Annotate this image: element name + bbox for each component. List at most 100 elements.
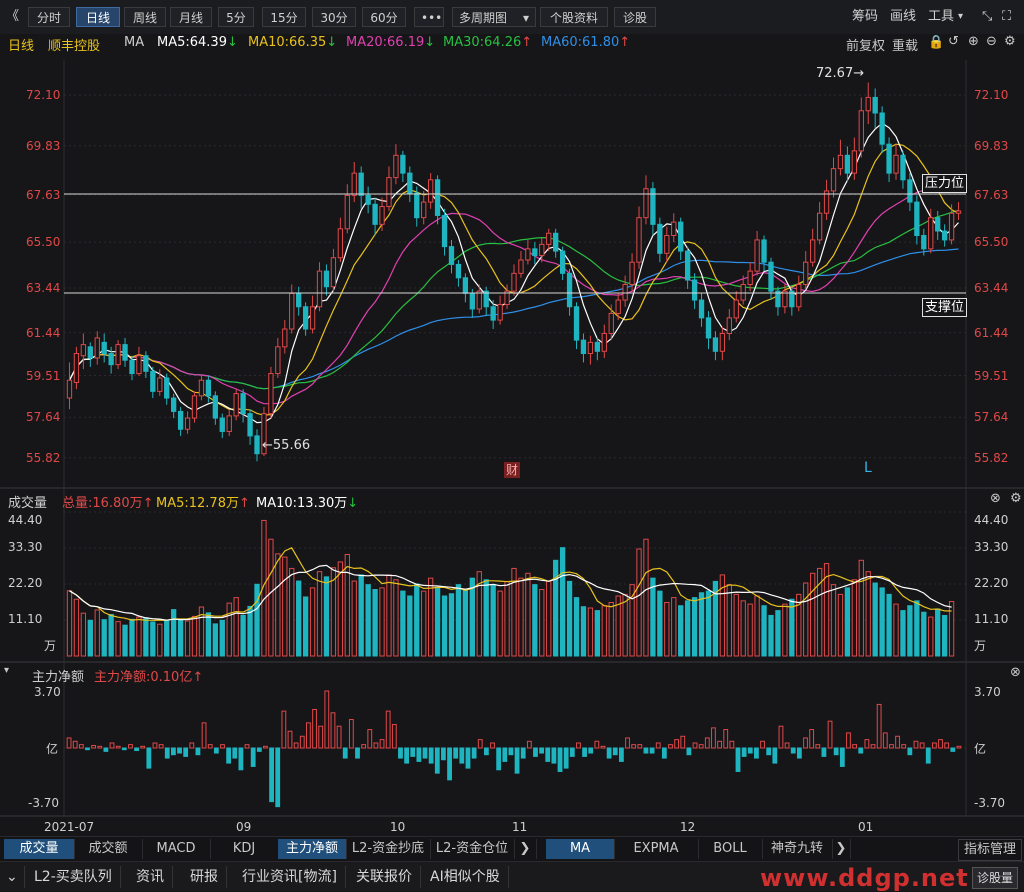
flow-bar: [103, 747, 109, 752]
multi-period-dropdown[interactable]: 多周期图 ▾: [452, 7, 536, 27]
tab-ma[interactable]: MA: [546, 839, 615, 859]
finance-tag[interactable]: 财: [504, 462, 521, 478]
adjust-button[interactable]: 前复权: [846, 35, 885, 54]
tab-5min[interactable]: 5分: [218, 7, 254, 27]
candle-body: [400, 154, 406, 174]
tab-daily[interactable]: 日线: [76, 7, 120, 27]
flow-bar: [330, 712, 336, 749]
tab-60min[interactable]: 60分: [362, 7, 406, 27]
flow-bar: [539, 747, 545, 754]
volume-ma5: MA5:12.78万↑: [156, 492, 250, 511]
flow-bar: [778, 725, 784, 749]
volume-bar: [323, 576, 330, 657]
flow-bar: [220, 744, 225, 749]
price-axis-label: 63.44: [974, 281, 1009, 296]
flow-bar: [281, 710, 287, 749]
tab-turnover[interactable]: 成交额: [74, 839, 143, 859]
flow-bar: [735, 747, 741, 772]
tab-boll[interactable]: BOLL: [698, 839, 763, 859]
candle-body: [427, 179, 434, 203]
tools-button[interactable]: 工具: [928, 7, 954, 27]
candle-body: [816, 212, 823, 241]
undo-icon[interactable]: ↺: [948, 34, 959, 49]
tab-magic-nine[interactable]: 神奇九转: [762, 839, 833, 859]
tab-fenshi[interactable]: 分时: [28, 7, 70, 27]
tab-kdj[interactable]: KDJ: [210, 839, 279, 859]
volume-title: 成交量: [8, 496, 48, 511]
volume-bar: [587, 607, 594, 657]
candle-body: [532, 248, 538, 257]
diagnose-volume-button[interactable]: 诊股量: [972, 867, 1019, 889]
tab-l2-position[interactable]: L2-资金仓位: [430, 839, 515, 859]
chips-button[interactable]: 筹码: [852, 7, 878, 27]
high-value: 72.67: [816, 66, 854, 81]
close-icon[interactable]: ⊗: [1010, 665, 1021, 680]
tab-industry-news[interactable]: 行业资讯[物流]: [234, 866, 346, 888]
flow-bar: [711, 727, 716, 749]
indicator-manage-button[interactable]: 指标管理: [958, 839, 1022, 861]
tab-monthly[interactable]: 月线: [170, 7, 212, 27]
flow-bar: [306, 722, 311, 749]
more-button[interactable]: •••: [414, 7, 444, 27]
indicator-line: 日线 顺丰控股 MA MA5:64.39↓ MA10:66.35↓ MA20:6…: [0, 34, 1024, 54]
tab-l2-queue[interactable]: L2-买卖队列: [26, 866, 121, 888]
zoom-in-icon[interactable]: ⊕: [968, 34, 979, 49]
volume-bar: [580, 606, 587, 657]
tools-chevron-icon[interactable]: ▾: [958, 7, 963, 27]
price-axis-label: 72.10: [26, 88, 61, 103]
tab-expma[interactable]: EXPMA: [614, 839, 699, 859]
candle-body: [914, 201, 920, 236]
tab-l2-bottom[interactable]: L2-资金抄底: [346, 839, 431, 859]
close-icon[interactable]: ⊗: [990, 491, 1001, 506]
settings-icon[interactable]: ⚙: [1004, 34, 1016, 49]
tab-15min[interactable]: 15分: [262, 7, 306, 27]
tab-related-quotes[interactable]: 关联报价: [348, 866, 421, 888]
tab-30min[interactable]: 30分: [312, 7, 356, 27]
candle-body: [872, 96, 878, 114]
volume-bar: [434, 587, 441, 657]
scroll-right-icon[interactable]: ❯: [514, 839, 537, 859]
candle-body: [830, 168, 837, 192]
reload-button[interactable]: 重载: [892, 35, 918, 54]
candle-body: [108, 353, 114, 366]
volume-ma5-text: MA5:12.78万: [156, 496, 239, 511]
flow-axis-right-bottom: -3.70: [974, 796, 1006, 810]
volume-bar: [664, 601, 670, 657]
settings-icon[interactable]: ⚙: [1010, 491, 1022, 506]
zoom-out-icon[interactable]: ⊖: [986, 34, 997, 49]
tab-macd[interactable]: MACD: [142, 839, 211, 859]
tab-volume[interactable]: 成交量: [4, 839, 75, 859]
volume-bar: [525, 572, 531, 657]
volume-bar: [844, 587, 851, 657]
lock-icon[interactable]: 🔒: [928, 35, 944, 50]
collapse-icon[interactable]: ⌄: [0, 866, 25, 888]
diagnose-button[interactable]: 诊股: [614, 7, 656, 27]
flow-bar: [367, 729, 373, 749]
l-tag[interactable]: L: [864, 460, 872, 476]
tab-main-flow[interactable]: 主力净额: [278, 839, 347, 859]
tab-news[interactable]: 资讯: [128, 866, 173, 888]
vol-axis-right-2: 22.20: [974, 576, 1009, 590]
expand-icon[interactable]: ⤡: [982, 7, 992, 27]
candle-body: [671, 221, 677, 236]
flow-bar: [109, 742, 115, 749]
flow-bar: [852, 744, 858, 749]
scroll-right-icon[interactable]: ❯: [832, 839, 851, 859]
tab-weekly[interactable]: 周线: [124, 7, 166, 27]
arrow-down-icon: ↓: [226, 35, 238, 50]
fullscreen-icon[interactable]: ⛶: [1002, 7, 1011, 27]
flow-bar: [876, 703, 882, 749]
chart-area[interactable]: [0, 54, 1024, 836]
x-label-nov: 11: [512, 820, 528, 834]
flow-bar: [723, 729, 729, 749]
draw-line-button[interactable]: 画线: [890, 7, 916, 27]
volume-bar: [365, 584, 371, 657]
back-icon[interactable]: 《: [6, 7, 19, 27]
tab-ai-similar[interactable]: AI相似个股: [422, 866, 509, 888]
stock-info-button[interactable]: 个股资料: [540, 7, 608, 27]
volume-bar: [879, 587, 885, 657]
collapse-icon[interactable]: ▾: [4, 665, 9, 676]
tab-research[interactable]: 研报: [182, 866, 227, 888]
flow-bar: [508, 747, 514, 756]
candle-body: [539, 243, 545, 257]
